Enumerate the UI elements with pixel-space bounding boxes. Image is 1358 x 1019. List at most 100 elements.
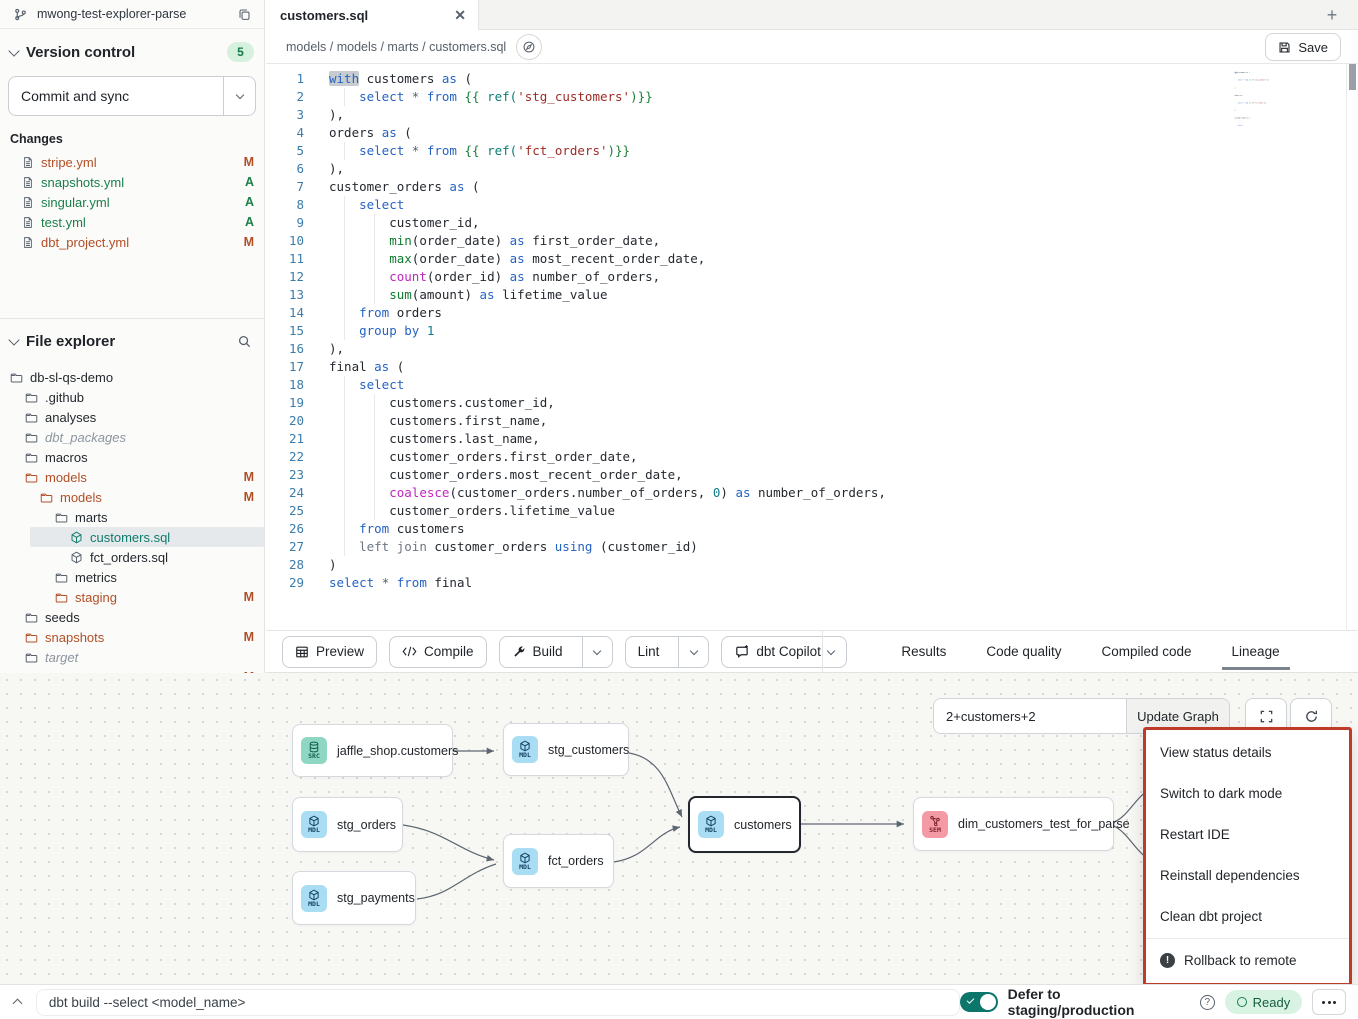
tree-item-name: marts <box>75 510 108 525</box>
scrollbar-thumb[interactable] <box>1349 64 1356 90</box>
build-dropdown[interactable] <box>582 637 612 667</box>
search-icon[interactable] <box>234 331 254 351</box>
tree-item-name: fct_orders.sql <box>90 550 168 565</box>
code-text: customer_orders.first_order_date, <box>329 448 638 466</box>
tab-lineage[interactable]: Lineage <box>1230 630 1282 672</box>
lineage-node-stg-orders[interactable]: MDL stg_orders <box>292 797 403 852</box>
tree-item-name: db-sl-qs-demo <box>30 370 113 385</box>
commit-dropdown[interactable] <box>223 77 255 115</box>
node-type-badge: MDL <box>519 864 531 871</box>
commit-and-sync-button[interactable]: Commit and sync <box>8 76 256 116</box>
node-type-badge: MDL <box>308 827 320 834</box>
editor-scrollbar[interactable] <box>1346 64 1358 630</box>
code-line: 15 group by 1 <box>266 322 1358 340</box>
node-label: stg_customers <box>548 743 629 757</box>
commit-and-sync-label: Commit and sync <box>9 77 223 115</box>
lineage-graph[interactable]: SRC jaffle_shop.customers MDL stg_custom… <box>0 673 1358 984</box>
code-minimap[interactable]: with customers as ( select * from {{ ref… <box>1232 68 1294 130</box>
lineage-node-dim-customers-test-for-parse[interactable]: SEM dim_customers_test_for_parse <box>913 797 1114 851</box>
tree-item--github[interactable]: .github <box>0 387 264 407</box>
branch-name[interactable]: mwong-test-explorer-parse <box>37 7 186 21</box>
save-button[interactable]: Save <box>1265 33 1341 61</box>
expand-console-button[interactable] <box>0 997 36 1007</box>
preview-button[interactable]: Preview <box>282 636 377 668</box>
lineage-node-jaffle-shop-customers[interactable]: SRC jaffle_shop.customers <box>292 724 453 777</box>
code-text: customer_orders.lifetime_value <box>329 502 615 520</box>
copy-icon[interactable] <box>234 4 254 24</box>
tree-item-metrics[interactable]: metrics <box>0 567 264 587</box>
menu-item-restart-ide[interactable]: Restart IDE <box>1146 814 1349 855</box>
lineage-node-customers[interactable]: MDL customers <box>688 796 801 853</box>
lineage-filter-input[interactable] <box>934 699 1126 733</box>
compass-icon[interactable] <box>516 34 542 60</box>
tab-customers-sql[interactable]: customers.sql ✕ <box>266 0 479 30</box>
tree-item-macros[interactable]: macros <box>0 447 264 467</box>
change-row[interactable]: snapshots.yml A <box>0 172 264 192</box>
menu-item-switch-to-dark-mode[interactable]: Switch to dark mode <box>1146 773 1349 814</box>
code-text: select * from {{ ref('fct_orders')}} <box>329 142 630 160</box>
tree-item-snapshots[interactable]: snapshots M <box>0 627 264 647</box>
tree-item-models[interactable]: models M <box>0 467 264 487</box>
menu-item-reinstall-dependencies[interactable]: Reinstall dependencies <box>1146 855 1349 896</box>
tree-item-target[interactable]: target <box>0 647 264 667</box>
status-badge[interactable]: Ready <box>1225 990 1303 1014</box>
help-icon[interactable]: ? <box>1200 995 1215 1010</box>
change-file-name: singular.yml <box>41 195 238 210</box>
build-button[interactable]: Build <box>500 637 575 667</box>
code-line: 14 from orders <box>266 304 1358 322</box>
node-type-badge: SRC <box>308 753 320 760</box>
code-text: select * from {{ ref('fct_orders')}} <box>1235 102 1267 104</box>
menu-item-view-status-details[interactable]: View status details <box>1146 732 1349 773</box>
code-text: min(order_date) as first_order_date, <box>329 232 660 250</box>
tab-results[interactable]: Results <box>899 630 948 672</box>
minimap-content: with customers as ( select * from {{ ref… <box>1232 68 1294 130</box>
tree-item-db-sl-qs-demo[interactable]: db-sl-qs-demo <box>0 367 264 387</box>
menu-item-rollback-to-remote[interactable]: ! Rollback to remote <box>1146 940 1349 981</box>
code-text: orders as ( <box>1235 94 1244 96</box>
code-lines: 1 with customers as ( 2 select * from {{… <box>266 70 1358 592</box>
lint-dropdown[interactable] <box>678 637 708 667</box>
semantic-icon: SEM <box>922 811 948 838</box>
compile-button[interactable]: Compile <box>389 636 487 668</box>
code-text: with customers as ( <box>329 70 472 88</box>
command-input[interactable]: dbt build --select <model_name> <box>36 989 960 1016</box>
tree-item-dbt-packages[interactable]: dbt_packages <box>0 427 264 447</box>
menu-item-label: Rollback to remote <box>1184 953 1297 968</box>
new-tab-button[interactable]: + <box>1320 3 1344 27</box>
lineage-node-stg-customers[interactable]: MDL stg_customers <box>503 723 629 776</box>
tree-item-seeds[interactable]: seeds <box>0 607 264 627</box>
tree-item-staging[interactable]: staging M <box>0 587 264 607</box>
change-row[interactable]: singular.yml A <box>0 192 264 212</box>
file-explorer-header[interactable]: File explorer <box>0 319 264 359</box>
tree-item-marts[interactable]: marts <box>0 507 264 527</box>
change-row[interactable]: dbt_project.yml M <box>0 232 264 252</box>
change-status-badge: A <box>245 215 254 229</box>
change-row[interactable]: test.yml A <box>0 212 264 232</box>
tab-compiled-code[interactable]: Compiled code <box>1099 630 1193 672</box>
close-icon[interactable]: ✕ <box>454 8 466 22</box>
tree-item-name: .github <box>45 390 84 405</box>
lint-button[interactable]: Lint <box>626 637 672 667</box>
version-control-header[interactable]: Version control 5 <box>0 29 264 68</box>
line-number: 29 <box>266 574 304 592</box>
line-number: 14 <box>266 304 304 322</box>
tree-item-fct-orders-sql[interactable]: fct_orders.sql <box>0 547 264 567</box>
lineage-node-fct-orders[interactable]: MDL fct_orders <box>503 834 614 888</box>
tree-item-customers-sql[interactable]: customers.sql <box>30 527 264 547</box>
folder-icon <box>25 411 38 424</box>
defer-toggle[interactable] <box>960 992 998 1012</box>
tree-item-models[interactable]: models M <box>0 487 264 507</box>
overflow-menu-button[interactable] <box>1312 989 1346 1015</box>
tab-code-quality[interactable]: Code quality <box>984 630 1063 672</box>
change-row[interactable]: stripe.yml M <box>0 152 264 172</box>
menu-item-clean-dbt-project[interactable]: Clean dbt project <box>1146 896 1349 937</box>
code-text: customers.last_name, <box>329 430 540 448</box>
tree-item-analyses[interactable]: analyses <box>0 407 264 427</box>
lineage-node-stg-payments[interactable]: MDL stg_payments <box>292 871 416 925</box>
file-icon <box>22 156 34 169</box>
copilot-label: dbt Copilot <box>756 644 821 659</box>
change-status-badge: M <box>244 235 254 249</box>
code-text: count(order_id) as number_of_orders, <box>329 268 660 286</box>
code-editor[interactable]: 1 with customers as ( 2 select * from {{… <box>266 64 1358 630</box>
code-text: coalesce(customer_orders.number_of_order… <box>329 484 886 502</box>
